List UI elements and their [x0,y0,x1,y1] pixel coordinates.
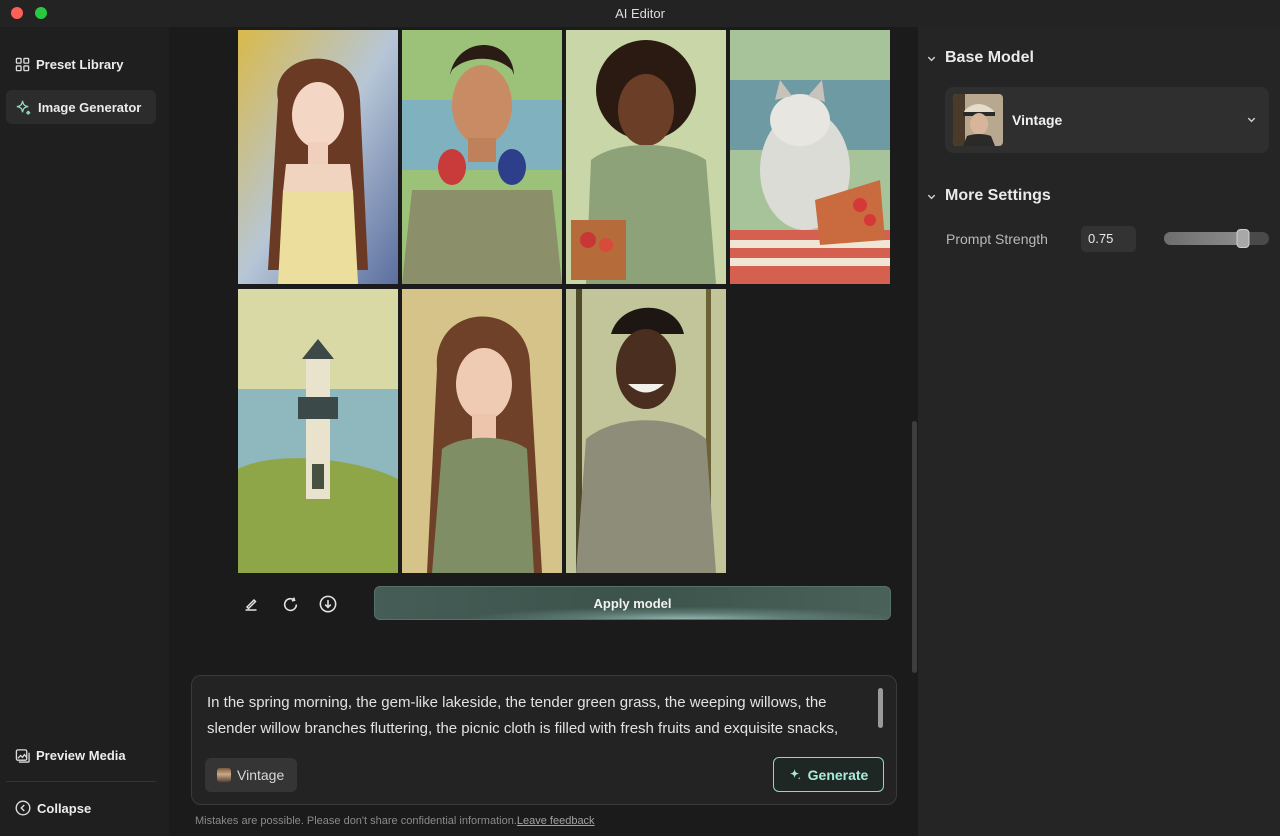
slider-fill [1164,232,1243,245]
sidebar-item-label: Image Generator [38,99,142,115]
sparkle-icon [16,100,31,115]
sidebar-item-collapse[interactable]: Collapse [6,791,156,825]
gallery-image-man-headphones[interactable] [402,30,562,284]
chevron-down-icon [1247,117,1256,123]
base-model-name: Vintage [1012,112,1063,128]
prompt-strength-input[interactable]: 0.75 [1081,226,1136,252]
chevron-down-icon [927,194,936,199]
generate-label: Generate [807,766,869,783]
sidebar-item-label: Preset Library [36,56,124,72]
chevron-left-circle-icon [15,800,31,816]
gallery-image-woman-green-top[interactable] [402,289,562,573]
generate-button[interactable]: Generate [773,757,884,792]
sidebar-item-preset-library[interactable]: Preset Library [6,47,156,81]
sidebar: Preset Library Image Generator Preview M… [0,27,169,836]
refresh-icon[interactable] [279,593,301,615]
slider-thumb[interactable] [1236,229,1250,248]
base-model-section-toggle[interactable]: Base Model [926,49,1034,67]
window-title: AI Editor [615,6,665,21]
grid-icon [15,57,30,71]
gallery-image-lighthouse[interactable] [238,289,398,573]
gallery-image-smiling-man[interactable] [566,289,726,573]
sidebar-item-label: Collapse [37,800,92,816]
model-chip[interactable]: Vintage [205,758,297,792]
more-settings-section-toggle[interactable]: More Settings [926,187,1051,205]
main-scrollbar[interactable] [912,421,917,673]
settings-panel: Base Model Vintage More Settings Prompt … [918,27,1280,836]
sidebar-item-image-generator[interactable]: Image Generator [6,90,156,124]
gallery-image-girl-yellow-dress[interactable] [238,30,398,284]
sidebar-divider [6,781,156,782]
prompt-input[interactable]: In the spring morning, the gem-like lake… [207,690,877,742]
apply-model-button[interactable]: Apply model [374,586,891,620]
sidebar-item-preview-media[interactable]: Preview Media [6,738,156,772]
base-model-heading: Base Model [945,49,1034,66]
media-icon [15,748,30,763]
prompt-scrollbar[interactable] [878,688,883,728]
title-bar: AI Editor [0,0,1280,27]
prompt-strength-label: Prompt Strength [946,231,1048,247]
disclaimer-text: Mistakes are possible. Please don't shar… [195,815,517,827]
model-chip-label: Vintage [237,767,285,783]
model-thumbnail [953,94,1003,146]
prompt-strength-slider[interactable] [1164,229,1269,248]
sidebar-item-label: Preview Media [36,747,126,763]
gallery-image-cat-picnic[interactable] [730,30,890,284]
prompt-box: In the spring morning, the gem-like lake… [191,675,897,805]
edit-icon[interactable] [240,593,262,615]
base-model-select[interactable]: Vintage [945,87,1269,153]
gallery-image-woman-curly-hair[interactable] [566,30,726,284]
disclaimer: Mistakes are possible. Please don't shar… [195,815,595,827]
model-avatar [217,768,231,782]
sparkle-icon [789,768,801,780]
chevron-down-icon [927,56,936,61]
more-settings-heading: More Settings [945,187,1051,204]
leave-feedback-link[interactable]: Leave feedback [517,815,595,827]
main-content: Apply model In the spring morning, the g… [169,27,918,836]
download-icon[interactable] [317,593,339,615]
